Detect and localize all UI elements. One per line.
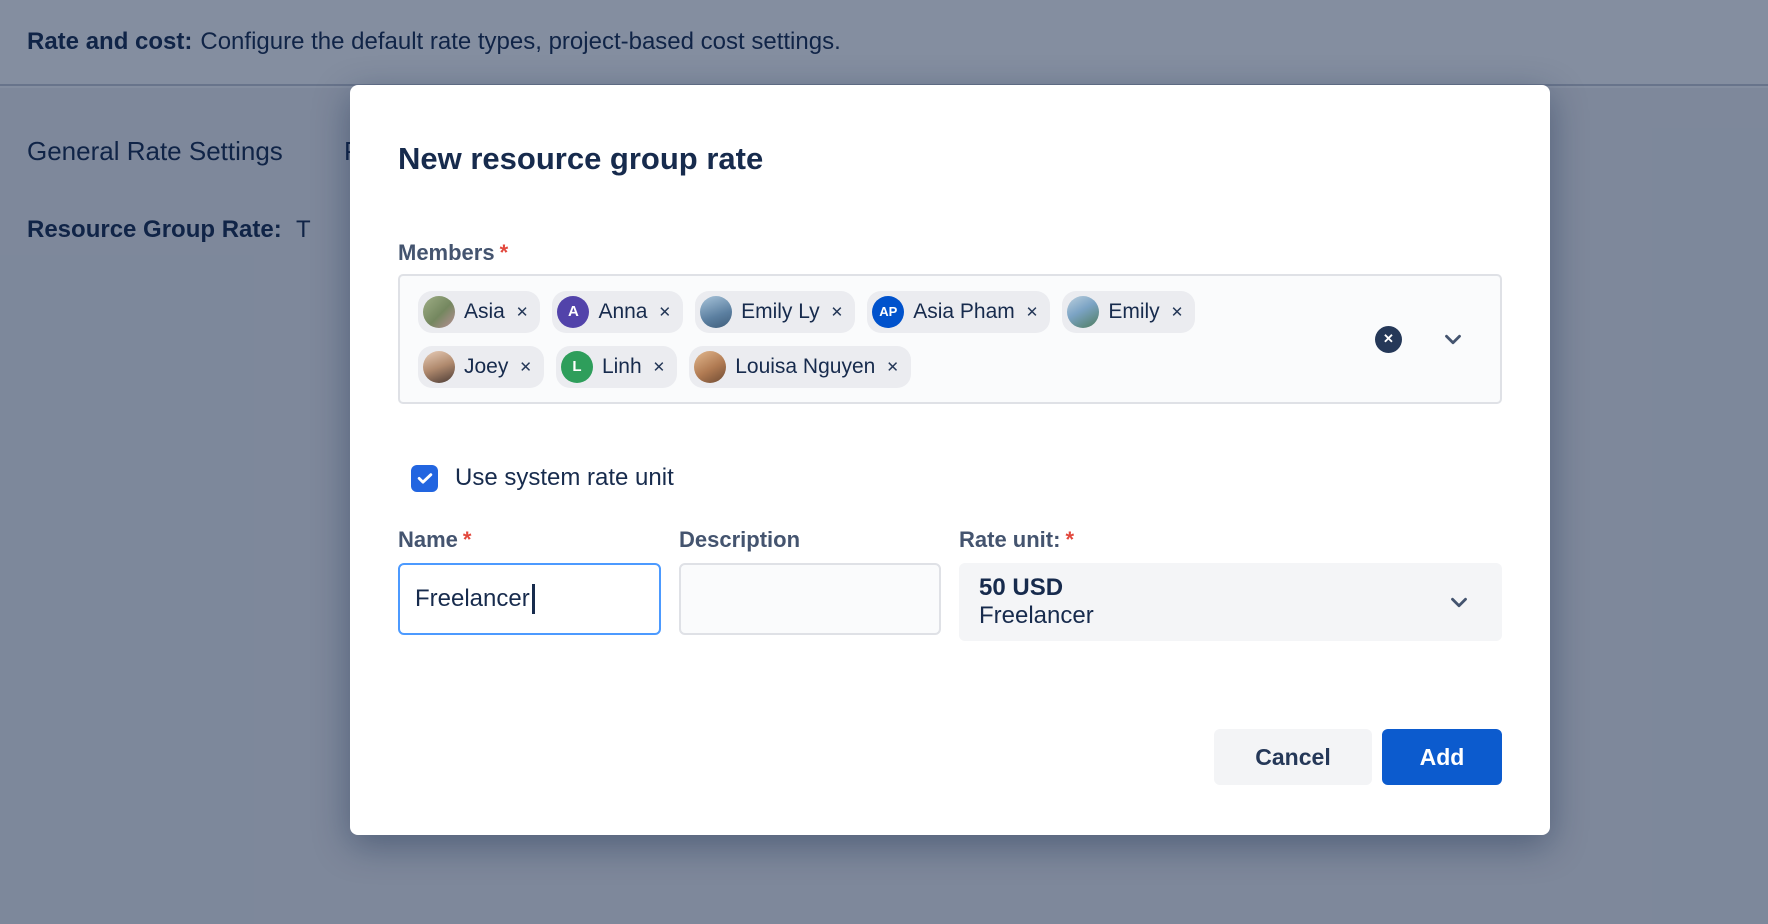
member-name: Louisa Nguyen (735, 355, 875, 379)
use-system-rate-unit-row: Use system rate unit (411, 464, 1502, 492)
dialog-title: New resource group rate (398, 141, 1502, 177)
new-resource-group-rate-dialog: New resource group rate Members* Asia ✕ … (350, 85, 1550, 835)
member-chip: Louisa Nguyen ✕ (689, 346, 911, 388)
rate-unit-price: 50 USD (979, 574, 1446, 602)
remove-member-icon[interactable]: ✕ (829, 303, 844, 321)
member-chip: Asia ✕ (418, 291, 540, 333)
member-avatar (423, 351, 455, 383)
member-avatar (694, 351, 726, 383)
required-asterisk: * (463, 527, 472, 552)
member-avatar (423, 296, 455, 328)
rate-unit-select[interactable]: 50 USD Freelancer (959, 563, 1502, 641)
members-label: Members* (398, 239, 1502, 266)
members-chip-list: Asia ✕ A Anna ✕ Emily Ly ✕ AP Asia Pham … (418, 291, 1238, 388)
member-name: Emily (1108, 300, 1159, 324)
rate-unit-chevron-down-icon[interactable] (1446, 589, 1472, 615)
member-name: Joey (464, 355, 508, 379)
field-inputs-row: Freelancer 50 USD Freelancer (398, 563, 1502, 641)
member-chip: Emily ✕ (1062, 291, 1195, 333)
member-avatar: A (557, 296, 589, 328)
name-input[interactable]: Freelancer (398, 563, 661, 635)
use-system-rate-unit-label: Use system rate unit (455, 464, 674, 492)
member-avatar (1067, 296, 1099, 328)
member-chip: L Linh ✕ (556, 346, 677, 388)
remove-member-icon[interactable]: ✕ (1169, 303, 1184, 321)
member-name: Asia (464, 300, 505, 324)
text-cursor (532, 584, 535, 614)
use-system-rate-unit-checkbox[interactable] (411, 465, 438, 492)
remove-member-icon[interactable]: ✕ (514, 303, 529, 321)
name-input-value: Freelancer (415, 585, 530, 613)
rate-unit-value: 50 USD Freelancer (979, 574, 1446, 630)
remove-member-icon[interactable]: ✕ (651, 358, 666, 376)
member-name: Anna (598, 300, 647, 324)
rate-unit-label: Rate unit:* (959, 526, 1502, 553)
add-button[interactable]: Add (1382, 729, 1502, 785)
member-chip: Joey ✕ (418, 346, 544, 388)
member-avatar (700, 296, 732, 328)
member-name: Asia Pham (913, 300, 1015, 324)
member-name: Linh (602, 355, 642, 379)
members-chevron-down-icon[interactable] (1440, 326, 1466, 352)
rate-unit-name: Freelancer (979, 602, 1446, 630)
member-name: Emily Ly (741, 300, 820, 324)
member-chip: A Anna ✕ (552, 291, 683, 333)
description-input[interactable] (679, 563, 941, 635)
name-label: Name* (398, 526, 661, 553)
cancel-button[interactable]: Cancel (1214, 729, 1372, 785)
dialog-actions: Cancel Add (398, 729, 1502, 785)
member-chip: Emily Ly ✕ (695, 291, 855, 333)
required-asterisk: * (500, 240, 509, 265)
member-chip: AP Asia Pham ✕ (867, 291, 1050, 333)
required-asterisk: * (1065, 527, 1074, 552)
members-multiselect[interactable]: Asia ✕ A Anna ✕ Emily Ly ✕ AP Asia Pham … (398, 274, 1502, 404)
remove-member-icon[interactable]: ✕ (656, 303, 671, 321)
field-labels-row: Name* Description Rate unit:* (398, 526, 1502, 553)
remove-member-icon[interactable]: ✕ (884, 358, 899, 376)
remove-member-icon[interactable]: ✕ (517, 358, 532, 376)
member-avatar: L (561, 351, 593, 383)
checkmark-icon (415, 468, 435, 488)
clear-all-members-icon[interactable]: ✕ (1375, 326, 1402, 353)
description-label: Description (679, 526, 941, 553)
remove-member-icon[interactable]: ✕ (1024, 303, 1039, 321)
member-avatar: AP (872, 296, 904, 328)
